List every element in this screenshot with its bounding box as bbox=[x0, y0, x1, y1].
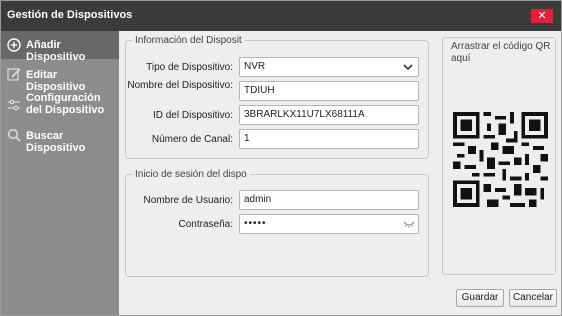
sidebar-item-edit-device[interactable]: Editar Dispositivo bbox=[1, 61, 119, 93]
device-management-window: Gestión de Dispositivos ✕ Añadir Disposi… bbox=[0, 0, 562, 316]
sidebar-item-label: Buscar Dispositivo bbox=[26, 130, 86, 154]
device-info-legend: Información del Disposit bbox=[135, 35, 242, 46]
device-type-value: NVR bbox=[244, 61, 266, 72]
qr-code-image bbox=[453, 112, 548, 207]
eye-icon[interactable] bbox=[403, 220, 415, 228]
device-name-field[interactable]: TDIUH bbox=[239, 81, 419, 101]
sidebar-item-label: Configuración del Dispositivo bbox=[26, 92, 105, 116]
username-field[interactable]: admin bbox=[239, 190, 419, 210]
device-type-label: Tipo de Dispositivo: bbox=[146, 62, 233, 73]
password-field[interactable]: ••••• bbox=[239, 214, 419, 234]
password-label: Contraseña: bbox=[178, 219, 233, 230]
password-value: ••••• bbox=[244, 218, 267, 229]
device-id-label: ID del Dispositivo: bbox=[152, 110, 233, 121]
login-legend: Inicio de sesión del dispo bbox=[135, 169, 247, 180]
cancel-button[interactable]: Cancelar bbox=[509, 289, 557, 307]
content-panel: Información del Disposit Tipo de Disposi… bbox=[119, 31, 561, 315]
sidebar-item-label: Añadir Dispositivo bbox=[26, 39, 86, 63]
close-button[interactable]: ✕ bbox=[531, 9, 553, 23]
channel-number-label: Número de Canal: bbox=[151, 134, 233, 145]
username-label: Nombre de Usuario: bbox=[143, 195, 233, 206]
edit-icon bbox=[7, 68, 21, 81]
sliders-icon bbox=[8, 99, 20, 111]
sidebar-item-search-device[interactable]: Buscar Dispositivo bbox=[1, 123, 119, 154]
sidebar-item-device-config[interactable]: Configuración del Dispositivo bbox=[1, 89, 119, 121]
qr-drop-caption: Arrastrar el código QR aquí bbox=[451, 41, 551, 64]
sidebar-item-add-device[interactable]: Añadir Dispositivo bbox=[1, 31, 119, 63]
sidebar: Añadir Dispositivo Editar Dispositivo Co… bbox=[1, 31, 119, 315]
title-bar: Gestión de Dispositivos ✕ bbox=[1, 1, 561, 31]
save-button[interactable]: Guardar bbox=[456, 289, 504, 307]
device-id-field[interactable]: 3BRARLKX11U7LX68111A bbox=[239, 105, 419, 125]
device-name-label: Nombre del Dispositivo: bbox=[127, 80, 233, 91]
window-title: Gestión de Dispositivos bbox=[7, 9, 133, 21]
channel-number-field[interactable]: 1 bbox=[239, 129, 419, 149]
device-type-select[interactable]: NVR bbox=[239, 57, 419, 77]
chevron-down-icon bbox=[403, 64, 413, 71]
search-icon bbox=[7, 128, 21, 142]
add-circle-icon bbox=[7, 38, 21, 52]
